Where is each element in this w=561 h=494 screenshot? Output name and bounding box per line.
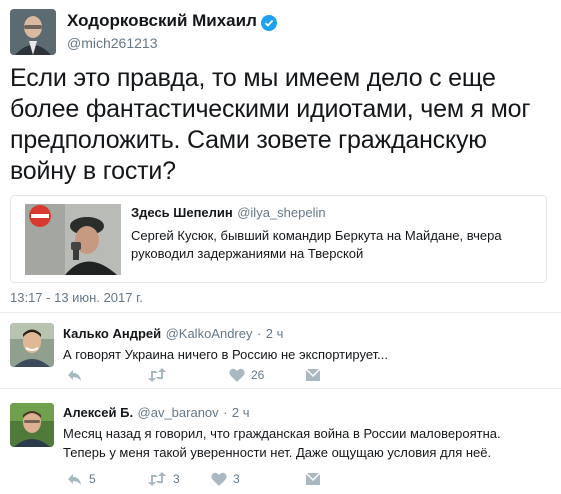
dm-button[interactable]	[305, 472, 321, 486]
retweet-button[interactable]	[147, 368, 173, 382]
reply-count: 5	[89, 472, 96, 486]
quoted-tweet-text: Сергей Кусюк, бывший командир Беркута на…	[131, 228, 502, 261]
reply-author-handle[interactable]: @av_baranov	[138, 405, 219, 420]
dm-icon	[305, 368, 321, 381]
retweet-icon	[148, 368, 166, 382]
dm-button[interactable]	[305, 368, 321, 382]
like-button[interactable]: 3	[211, 472, 240, 486]
reply-time[interactable]: 2 ч	[266, 326, 284, 341]
retweet-button[interactable]: 3	[147, 472, 180, 486]
reply-author-handle[interactable]: @KalkoAndrey	[166, 326, 253, 341]
reply-time[interactable]: 2 ч	[232, 405, 250, 420]
dm-icon	[305, 472, 321, 485]
divider	[0, 388, 561, 389]
reply-text: Месяц назад я говорил, что гражданская в…	[63, 426, 501, 460]
reply-button[interactable]: 5	[67, 472, 96, 486]
main-author-avatar[interactable]	[10, 9, 56, 55]
reply-2-avatar[interactable]	[10, 403, 54, 447]
reply-1-avatar[interactable]	[10, 323, 54, 367]
reply-author-name[interactable]: Калько Андрей	[63, 326, 161, 341]
main-author-handle[interactable]: @mich261213	[67, 35, 158, 51]
main-tweet-text: Если это правда, то мы имеем дело с еще …	[10, 64, 531, 185]
tweet-timestamp[interactable]: 13:17 - 13 июн. 2017 г.	[10, 290, 143, 305]
reply-text: А говорят Украина ничего в Россию не экс…	[63, 347, 388, 362]
like-icon	[211, 472, 227, 486]
reply-separator: ·	[256, 326, 262, 341]
verified-badge-icon	[261, 15, 278, 31]
reply-icon	[68, 474, 81, 485]
like-count: 26	[251, 368, 265, 382]
quoted-author-name[interactable]: Здесь Шепелин	[131, 205, 233, 220]
reply-icon	[68, 370, 81, 381]
quoted-tweet-card[interactable]: Здесь Шепелин @ilya_shepelin Сергей Кусю…	[10, 195, 547, 283]
quoted-author-handle[interactable]: @ilya_shepelin	[237, 205, 325, 220]
retweet-count: 3	[173, 472, 180, 486]
reply-button[interactable]	[67, 368, 89, 382]
reply-author-name[interactable]: Алексей Б.	[63, 405, 133, 420]
like-button[interactable]: 26	[229, 368, 264, 382]
like-count: 3	[233, 472, 240, 486]
divider	[0, 312, 561, 313]
like-icon	[229, 368, 245, 382]
reply-separator: ·	[223, 405, 228, 420]
retweet-icon	[148, 472, 166, 486]
main-author-name[interactable]: Ходорковский Михаил	[67, 11, 257, 30]
quoted-tweet-image	[25, 204, 121, 275]
